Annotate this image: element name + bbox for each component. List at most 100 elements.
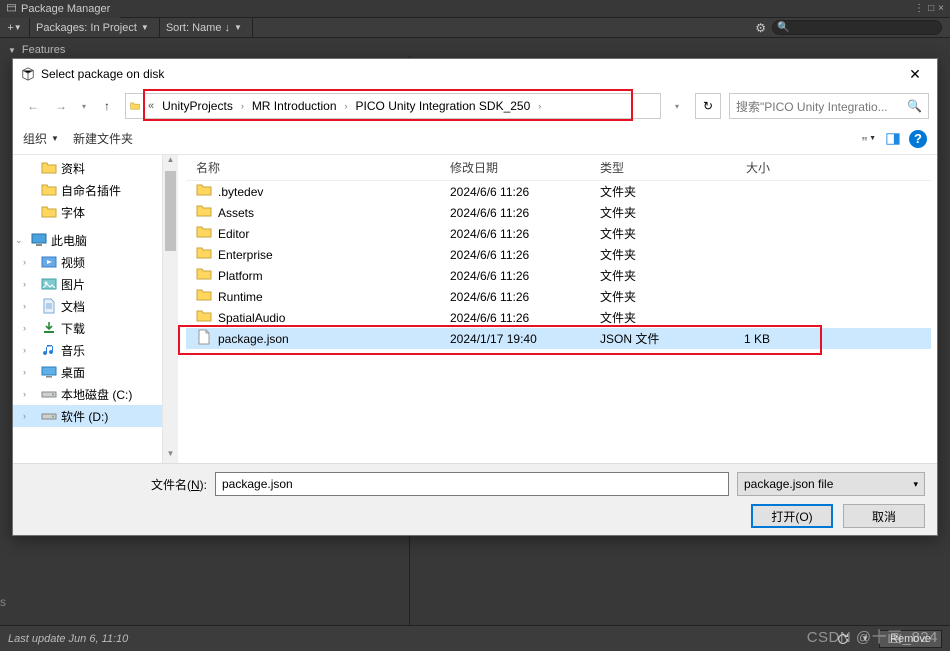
expander-icon[interactable]: › bbox=[23, 323, 26, 333]
nav-history-button[interactable]: ▾ bbox=[77, 94, 91, 118]
col-size[interactable]: 大小 bbox=[710, 159, 780, 176]
pm-tab[interactable]: Package Manager bbox=[0, 0, 120, 18]
col-type[interactable]: 类型 bbox=[590, 159, 710, 176]
chevron-down-icon: ▾ bbox=[82, 102, 86, 111]
chevron-right-icon[interactable]: › bbox=[341, 101, 352, 111]
nav-up-button[interactable]: ↑ bbox=[95, 94, 119, 118]
expander-icon[interactable]: › bbox=[23, 367, 26, 377]
sort-dropdown[interactable]: Sort: Name ↓ ▼ bbox=[160, 18, 253, 37]
scroll-up-icon[interactable]: ▲ bbox=[163, 155, 178, 169]
tree-item[interactable]: ›音乐 bbox=[13, 339, 177, 361]
add-package-button[interactable]: + ▼ bbox=[0, 18, 30, 37]
file-row[interactable]: Enterprise2024/6/6 11:26文件夹 bbox=[186, 244, 931, 265]
close-button[interactable]: ✕ bbox=[893, 59, 937, 89]
dock-icon[interactable]: × bbox=[938, 3, 944, 14]
packages-filter-dropdown[interactable]: Packages: In Project ▼ bbox=[30, 18, 160, 37]
file-type: JSON 文件 bbox=[590, 330, 710, 347]
dialog-footer: 文件名(N): package.json file ▾ 打开(O) 取消 bbox=[13, 463, 937, 535]
remove-button[interactable]: Remove bbox=[879, 630, 942, 648]
refresh-icon[interactable] bbox=[835, 631, 851, 647]
chevron-down-icon[interactable]: ▼ bbox=[857, 631, 873, 647]
expander-icon[interactable]: › bbox=[23, 389, 26, 399]
dialog-title: Select package on disk bbox=[41, 67, 164, 81]
chevron-right-icon[interactable]: › bbox=[534, 101, 545, 111]
help-button[interactable]: ? bbox=[909, 130, 927, 148]
tree-label: 图片 bbox=[61, 276, 85, 293]
view-options-button[interactable]: ▼ bbox=[861, 131, 877, 147]
documents-icon bbox=[41, 298, 57, 314]
pm-tab-title: Package Manager bbox=[21, 3, 110, 15]
nav-forward-button: → bbox=[49, 94, 73, 118]
breadcrumb-seg[interactable]: PICO Unity Integration SDK_250 bbox=[352, 94, 535, 118]
organize-dropdown[interactable]: 组织 ▼ bbox=[23, 130, 59, 147]
dock-icon[interactable]: □ bbox=[928, 3, 934, 14]
tree-item[interactable]: ›下载 bbox=[13, 317, 177, 339]
folder-icon bbox=[196, 287, 212, 306]
file-row[interactable]: Assets2024/6/6 11:26文件夹 bbox=[186, 202, 931, 223]
cancel-button[interactable]: 取消 bbox=[843, 504, 925, 528]
file-row[interactable]: Platform2024/6/6 11:26文件夹 bbox=[186, 265, 931, 286]
tree-label: 此电脑 bbox=[51, 232, 87, 249]
tree-item[interactable]: 字体 bbox=[13, 201, 177, 223]
nav-back-button[interactable]: ← bbox=[21, 94, 45, 118]
file-row[interactable]: .bytedev2024/6/6 11:26文件夹 bbox=[186, 181, 931, 202]
expander-icon[interactable]: › bbox=[23, 345, 26, 355]
file-date: 2024/6/6 11:26 bbox=[440, 269, 590, 283]
nav-tree: 资料自命名插件字体 ⌄ 此电脑 › 视频 › 图片 ›文档›下载›音乐›桌面›本地磁盘 … bbox=[13, 155, 178, 463]
address-history-button[interactable]: ▾ bbox=[667, 102, 687, 111]
expander-icon[interactable]: ⌄ bbox=[15, 235, 23, 246]
tree-item[interactable]: ›桌面 bbox=[13, 361, 177, 383]
search-icon: 🔍 bbox=[907, 99, 922, 113]
file-date: 2024/6/6 11:26 bbox=[440, 290, 590, 304]
close-icon: ✕ bbox=[909, 66, 921, 83]
gear-icon[interactable]: ⚙ bbox=[755, 21, 766, 35]
file-row[interactable]: Editor2024/6/6 11:26文件夹 bbox=[186, 223, 931, 244]
refresh-button[interactable]: ↻ bbox=[695, 93, 721, 119]
pm-search-input[interactable]: 🔍 bbox=[772, 20, 942, 35]
col-date[interactable]: 修改日期 bbox=[440, 159, 590, 176]
file-date: 2024/6/6 11:26 bbox=[440, 248, 590, 262]
new-folder-button[interactable]: 新建文件夹 bbox=[73, 130, 133, 147]
file-type-filter[interactable]: package.json file ▾ bbox=[737, 472, 925, 496]
expander-icon[interactable]: › bbox=[23, 279, 26, 289]
folder-icon bbox=[196, 308, 212, 327]
arrow-left-icon: ← bbox=[27, 99, 39, 113]
tree-item[interactable]: 自命名插件 bbox=[13, 179, 177, 201]
chevron-down-icon[interactable]: ▼ bbox=[8, 46, 16, 55]
preview-pane-button[interactable] bbox=[885, 131, 901, 147]
tree-item[interactable]: › 软件 (D:) bbox=[13, 405, 177, 427]
file-row[interactable]: SpatialAudio2024/6/6 11:26文件夹 bbox=[186, 307, 931, 328]
expander-icon[interactable]: › bbox=[23, 257, 26, 267]
col-name[interactable]: 名称 bbox=[186, 159, 440, 176]
expander-icon[interactable]: › bbox=[23, 301, 26, 311]
file-name: .bytedev bbox=[218, 185, 263, 199]
expander-icon[interactable]: › bbox=[23, 411, 26, 421]
tree-label: 软件 (D:) bbox=[61, 408, 108, 425]
scroll-down-icon[interactable]: ▼ bbox=[163, 449, 178, 463]
open-button[interactable]: 打开(O) bbox=[751, 504, 833, 528]
file-date: 2024/6/6 11:26 bbox=[440, 206, 590, 220]
address-bar[interactable]: « UnityProjects › MR Introduction › PICO… bbox=[125, 93, 661, 119]
tree-label: 视频 bbox=[61, 254, 85, 271]
breadcrumb-overflow[interactable]: « bbox=[144, 100, 158, 112]
tree-item[interactable]: › 图片 bbox=[13, 273, 177, 295]
file-row[interactable]: Runtime2024/6/6 11:26文件夹 bbox=[186, 286, 931, 307]
chevron-down-icon: ▼ bbox=[234, 23, 242, 32]
refresh-icon: ↻ bbox=[703, 99, 713, 113]
scroll-thumb[interactable] bbox=[165, 171, 176, 251]
tree-item[interactable]: ›文档 bbox=[13, 295, 177, 317]
tree-this-pc[interactable]: ⌄ 此电脑 bbox=[13, 229, 177, 251]
breadcrumb-seg[interactable]: MR Introduction bbox=[248, 94, 341, 118]
dock-icon[interactable]: ⋮ bbox=[914, 3, 924, 14]
folder-icon bbox=[196, 245, 212, 264]
breadcrumb-seg[interactable]: UnityProjects bbox=[158, 94, 237, 118]
tree-scrollbar[interactable]: ▲ ▼ bbox=[162, 155, 178, 463]
search-input[interactable]: 搜索"PICO Unity Integratio... 🔍 bbox=[729, 93, 929, 119]
drive-icon bbox=[41, 386, 57, 402]
tree-item[interactable]: › 视频 bbox=[13, 251, 177, 273]
tree-item[interactable]: ›本地磁盘 (C:) bbox=[13, 383, 177, 405]
filename-input[interactable] bbox=[215, 472, 729, 496]
file-row[interactable]: package.json2024/1/17 19:40JSON 文件1 KB bbox=[186, 328, 931, 349]
tree-item[interactable]: 资料 bbox=[13, 157, 177, 179]
chevron-right-icon[interactable]: › bbox=[237, 101, 248, 111]
